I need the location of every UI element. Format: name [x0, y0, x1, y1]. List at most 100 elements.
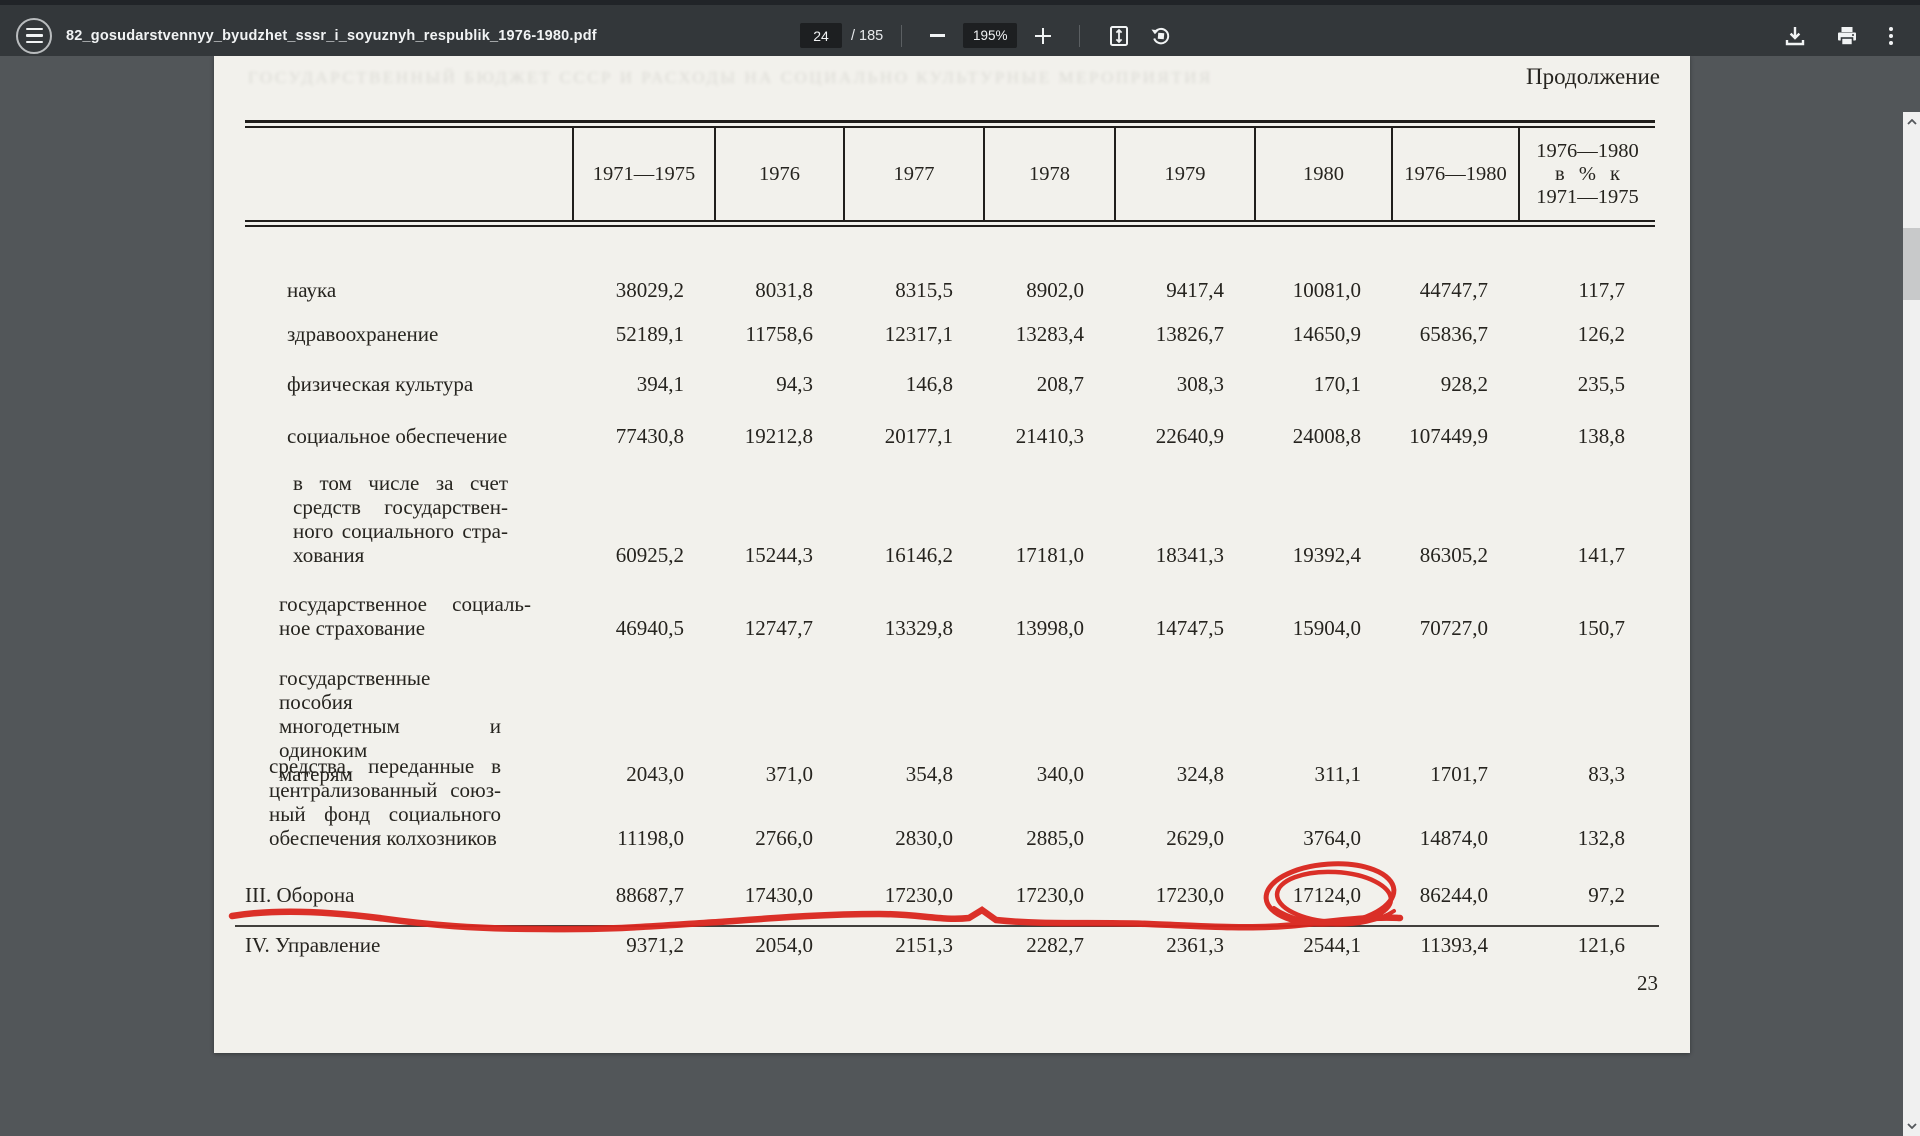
more-vertical-icon — [1888, 25, 1894, 47]
row-label-line: социальное обеспечение — [287, 424, 572, 448]
value-cell: 17181,0 — [983, 543, 1114, 567]
value-cell: 2054,0 — [714, 933, 843, 957]
value-cell: 14747,5 — [1114, 616, 1254, 640]
row-label-line: ного социального стра- — [293, 519, 508, 543]
value-cell: 13283,4 — [983, 322, 1114, 346]
value-cell: 138,8 — [1518, 424, 1655, 448]
chevron-down-icon — [1907, 1123, 1917, 1129]
zoom-in-button[interactable] — [1025, 16, 1061, 56]
column-header: 1976 — [714, 128, 843, 220]
value-cell: 15244,3 — [714, 543, 843, 567]
value-cell: 146,8 — [843, 372, 983, 396]
zoom-out-button[interactable] — [920, 16, 955, 56]
column-header-line: 1976—1980 — [1404, 163, 1507, 186]
row-label-line: ный фонд социального — [269, 802, 501, 826]
row-label: в том числе за счетсредств государствен-… — [245, 471, 572, 567]
value-cell: 13826,7 — [1114, 322, 1254, 346]
value-cell: 21410,3 — [983, 424, 1114, 448]
column-header: 1979 — [1114, 128, 1254, 220]
column-header-line: 1980 — [1303, 163, 1344, 186]
vertical-scrollbar[interactable] — [1903, 112, 1920, 1136]
value-cell: 88687,7 — [572, 883, 714, 907]
value-cell: 9417,4 — [1114, 278, 1254, 302]
value-cell: 17230,0 — [843, 883, 983, 907]
fit-to-page-button[interactable] — [1098, 16, 1140, 56]
table-row: наука38029,28031,88315,58902,09417,41008… — [245, 278, 1655, 302]
toolbar-separator — [901, 25, 902, 47]
value-cell: 70727,0 — [1391, 616, 1518, 640]
column-header-line: 1971—1975 — [593, 163, 696, 186]
value-cell: 107449,9 — [1391, 424, 1518, 448]
value-cell: 17230,0 — [983, 883, 1114, 907]
page-total-label: / 185 — [851, 28, 883, 44]
value-cell: 14650,9 — [1254, 322, 1391, 346]
document-page: ГОСУДАРСТВЕННЫЙ БЮДЖЕТ СССР И РАСХОДЫ НА… — [214, 56, 1690, 1053]
rotate-button[interactable] — [1140, 16, 1182, 56]
row-label-line: хования — [293, 543, 508, 567]
pdf-toolbar: 82_gosudarstvennyy_byudzhet_sssr_i_soyuz… — [0, 0, 1920, 56]
value-cell: 2629,0 — [1114, 826, 1254, 850]
row-label-line: IV. Управление — [245, 933, 572, 957]
row-label-line: в том числе за счет — [293, 471, 508, 495]
table-row: социальное обеспечение77430,819212,82017… — [245, 424, 1655, 448]
value-cell: 2766,0 — [714, 826, 843, 850]
scroll-down-button[interactable] — [1903, 1118, 1920, 1134]
value-cell: 17124,0 — [1254, 883, 1391, 907]
pdf-viewport: ГОСУДАРСТВЕННЫЙ БЮДЖЕТ СССР И РАСХОДЫ НА… — [0, 56, 1920, 1080]
value-cell: 9371,2 — [572, 933, 714, 957]
more-options-button[interactable] — [1876, 16, 1906, 56]
value-cell: 77430,8 — [572, 424, 714, 448]
zoom-level-display[interactable]: 195% — [963, 23, 1017, 48]
value-cell: 46940,5 — [572, 616, 714, 640]
scrollbar-thumb[interactable] — [1903, 228, 1920, 300]
row-label: средства, переданные вцентрализованный с… — [245, 754, 572, 850]
scroll-up-button[interactable] — [1903, 114, 1920, 130]
row-label-line: средств государствен- — [293, 495, 508, 519]
column-header-line: 1978 — [1029, 163, 1070, 186]
value-cell: 117,7 — [1518, 278, 1655, 302]
download-button[interactable] — [1772, 16, 1818, 56]
value-cell: 2361,3 — [1114, 933, 1254, 957]
value-cell: 8902,0 — [983, 278, 1114, 302]
row-label-line: наука — [287, 278, 572, 302]
value-cell: 65836,7 — [1391, 322, 1518, 346]
value-cell: 17430,0 — [714, 883, 843, 907]
value-cell: 19212,8 — [714, 424, 843, 448]
row-label-line: средства, переданные в — [269, 754, 501, 778]
row-label-line: обеспечения колхозников — [269, 826, 501, 850]
column-header-line: в % к — [1555, 163, 1620, 186]
value-cell: 86305,2 — [1391, 543, 1518, 567]
value-cell: 15904,0 — [1254, 616, 1391, 640]
row-label-line: ное страхование — [279, 616, 531, 640]
value-cell: 94,3 — [714, 372, 843, 396]
value-cell: 13329,8 — [843, 616, 983, 640]
value-cell: 150,7 — [1518, 616, 1655, 640]
column-header-line: 1979 — [1165, 163, 1206, 186]
row-label-line: государственное социаль- — [279, 592, 531, 616]
print-button[interactable] — [1824, 16, 1870, 56]
row-label-line: III. Оборона — [245, 883, 572, 907]
value-cell: 2544,1 — [1254, 933, 1391, 957]
value-cell: 11198,0 — [572, 826, 714, 850]
value-cell: 52189,1 — [572, 322, 714, 346]
row-label: здравоохранение — [245, 322, 572, 346]
fit-to-page-icon — [1108, 25, 1130, 47]
rotate-counterclockwise-icon — [1150, 25, 1172, 47]
value-cell: 24008,8 — [1254, 424, 1391, 448]
table-header-rule — [245, 220, 1655, 227]
page-number-input[interactable] — [800, 23, 842, 48]
row-divider-line — [235, 925, 1659, 927]
header-label-spacer — [245, 128, 572, 220]
value-cell: 121,6 — [1518, 933, 1655, 957]
row-label: социальное обеспечение — [245, 424, 572, 448]
row-label-line: государственные пособия — [279, 666, 501, 714]
value-cell: 126,2 — [1518, 322, 1655, 346]
value-cell: 12747,7 — [714, 616, 843, 640]
menu-button[interactable] — [16, 18, 52, 54]
continuation-label: Продолжение — [1526, 64, 1660, 90]
print-icon — [1836, 25, 1858, 47]
column-header: 1976—1980в % к1971—1975 — [1518, 128, 1655, 220]
value-cell: 208,7 — [983, 372, 1114, 396]
chevron-up-icon — [1907, 119, 1917, 125]
bleedthrough-text: ГОСУДАРСТВЕННЫЙ БЮДЖЕТ СССР И РАСХОДЫ НА… — [248, 66, 1428, 89]
